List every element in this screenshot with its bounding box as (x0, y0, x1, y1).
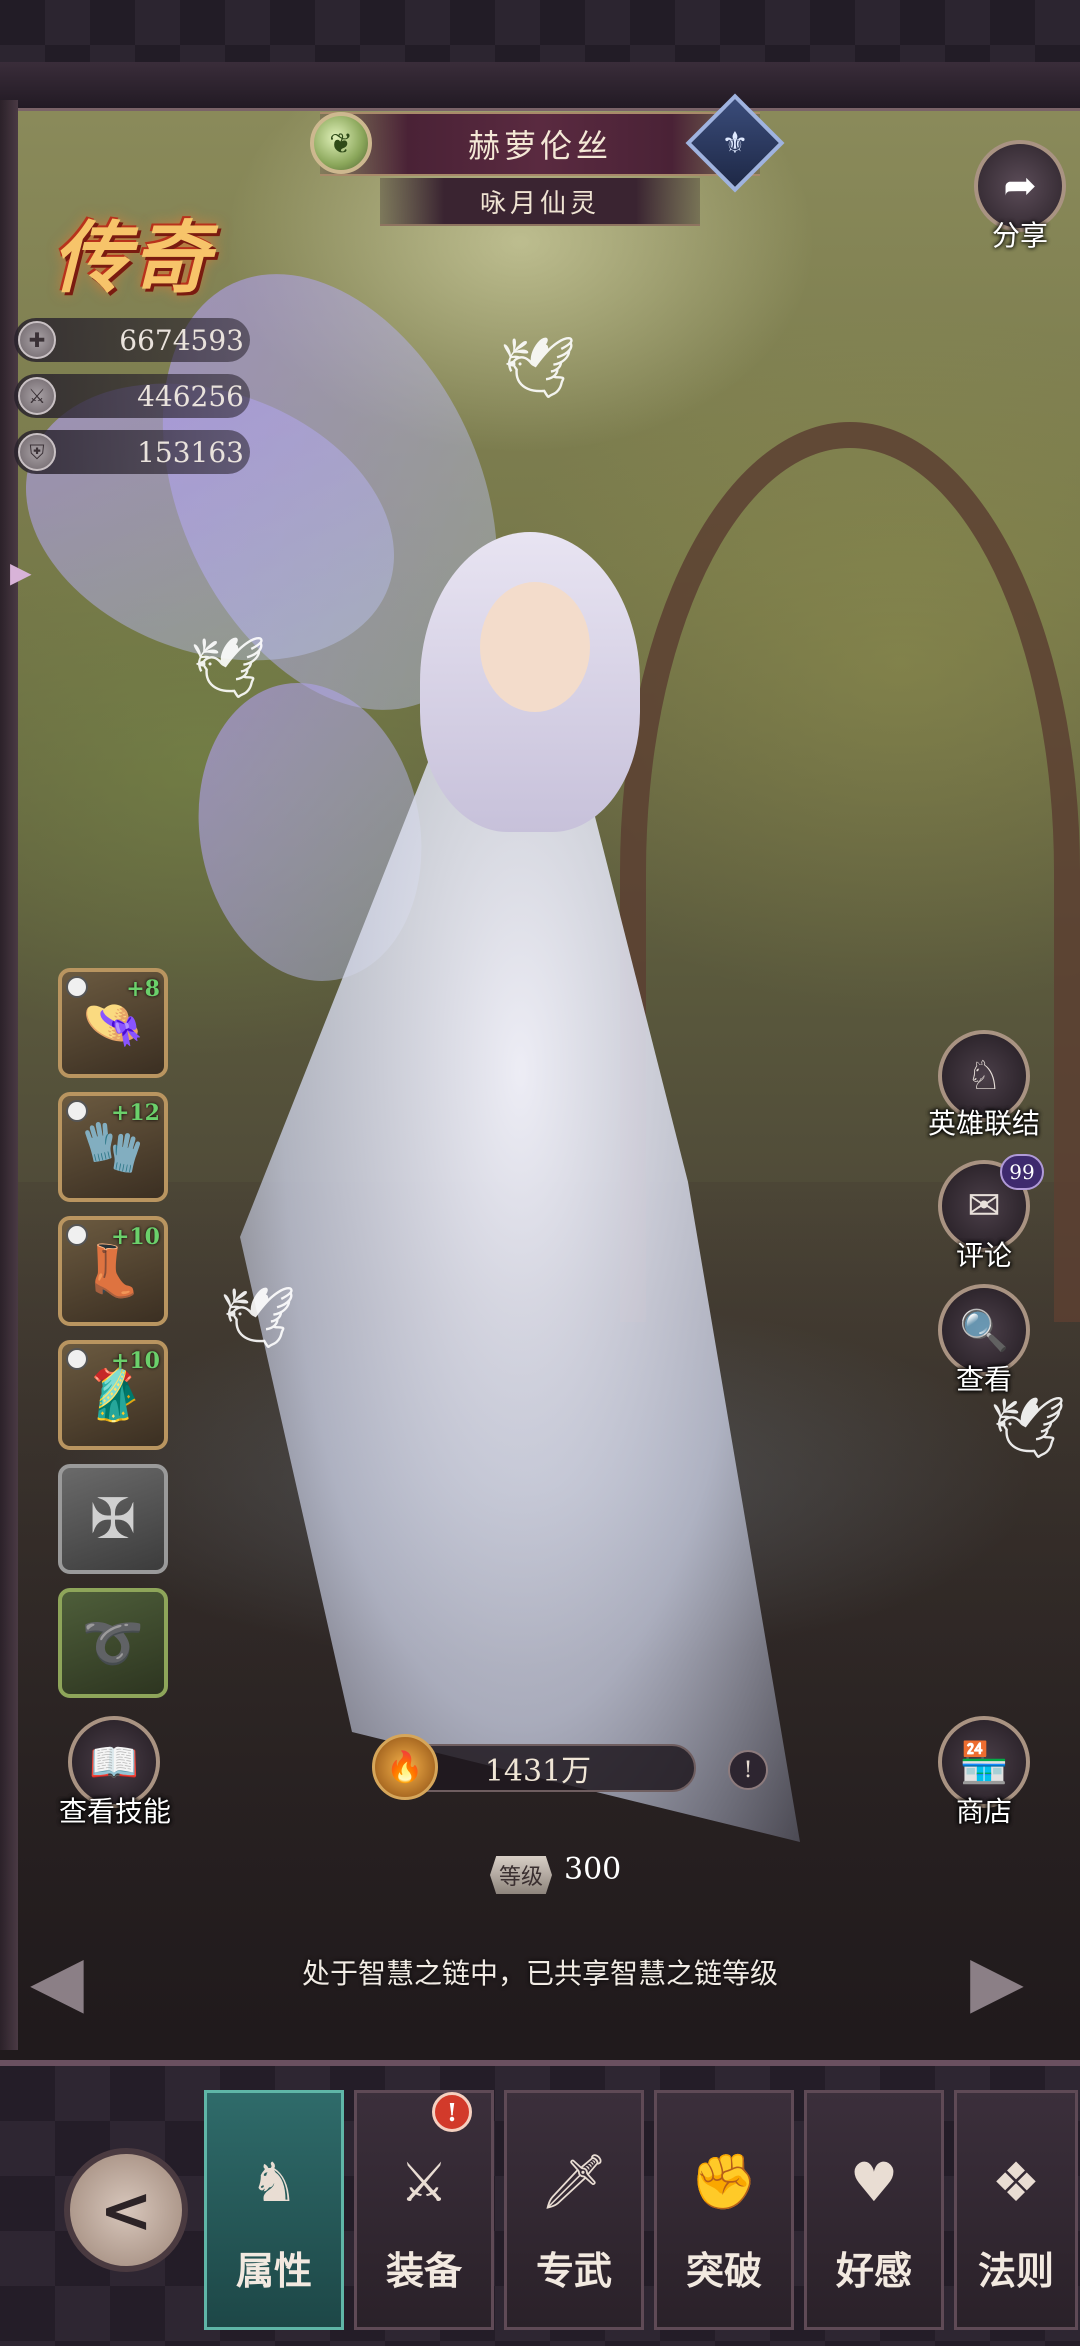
stat-hp: ✚ 6674593 (14, 318, 250, 362)
top-frame (0, 62, 1080, 111)
view-skills-label: 查看技能 (58, 1795, 171, 1828)
hero-link-label: 英雄联结 (927, 1107, 1040, 1140)
enhance-level: +12 (110, 1100, 160, 1126)
stat-attack: ⚔ 446256 (14, 374, 250, 418)
attack-icon: ⚔ (18, 377, 56, 415)
weapon-icon: 🗡 (539, 2150, 609, 2213)
hero-face-art (480, 582, 590, 712)
enhance-level: +10 (110, 1348, 160, 1374)
power-info-button[interactable]: ! (728, 1750, 768, 1790)
hp-icon: ✚ (18, 321, 56, 359)
tab-label: 好感 (835, 2248, 912, 2293)
equipment-slot-boots[interactable]: 👢 +10 (58, 1216, 168, 1326)
boots-icon: 👢 (81, 1241, 145, 1300)
rarity-label: 传奇 (52, 213, 213, 304)
equipment-slot-armor[interactable]: 🥻 +10 (58, 1340, 168, 1450)
tab-affection[interactable]: ♥ 好感 (804, 2090, 944, 2330)
next-hero-arrow-icon[interactable]: ▶ (970, 1940, 1024, 2022)
tab-label: 突破 (685, 2248, 762, 2293)
gem-icon (66, 976, 88, 998)
comment-icon: ✉ (967, 1183, 1001, 1229)
stat-value: 153163 (137, 435, 244, 469)
comment-count-badge: 99 (1000, 1154, 1044, 1190)
gem-icon (66, 1348, 88, 1370)
share-icon: ➦ (1003, 163, 1037, 209)
equipment-slot-gloves[interactable]: 🧤 +12 (58, 1092, 168, 1202)
tab-label: 法则 (977, 2248, 1054, 2293)
previous-hero-arrow-icon[interactable]: ◀ (30, 1940, 84, 2022)
status-bar (0, 0, 1080, 62)
helmet-icon: 👒 (81, 993, 145, 1052)
tab-equipment[interactable]: ⚔ 装备 (354, 2090, 494, 2330)
dove-icon: 🕊 (190, 633, 267, 703)
shop-label: 商店 (955, 1795, 1012, 1828)
power-icon: 🔥 (372, 1734, 438, 1800)
stat-value: 446256 (137, 379, 244, 413)
equipment-slot-helmet[interactable]: 👒 +8 (58, 968, 168, 1078)
necklace-icon: ➰ (81, 1613, 145, 1672)
fist-icon: ✊ (690, 2150, 758, 2213)
comment-label: 评论 (955, 1239, 1012, 1272)
link-icon: ♘ (966, 1053, 1002, 1099)
back-arrow-icon: < (99, 2172, 153, 2248)
cross-icon: ✠ (89, 1486, 137, 1552)
expand-arrow-icon[interactable]: ▶ (10, 556, 32, 589)
gem-icon (66, 1224, 88, 1246)
shop-icon: 🏪 (959, 1739, 1009, 1786)
hero-title: 咏月仙灵 (479, 188, 600, 219)
equipment-slot-accessory[interactable]: ➰ (58, 1588, 168, 1698)
gloves-icon: 🧤 (81, 1117, 145, 1176)
tab-label: 装备 (385, 2248, 462, 2293)
dove-icon: 🕊 (220, 1283, 297, 1353)
level-value: 300 (564, 1852, 622, 1887)
tab-label: 专武 (535, 2248, 612, 2293)
hero-title-banner: 咏月仙灵 (380, 178, 700, 226)
enhance-level: +8 (126, 976, 160, 1002)
tab-attributes[interactable]: ♞ 属性 (204, 2090, 344, 2330)
dove-icon: 🕊 (990, 1393, 1067, 1463)
heart-icon: ♥ (849, 2151, 899, 2214)
nature-element-icon: ❦ (310, 112, 372, 174)
armor-icon: 🥻 (81, 1365, 145, 1424)
magnifier-icon: 🔍 (959, 1307, 1009, 1354)
view-label: 查看 (955, 1363, 1012, 1396)
gem-icon (66, 1100, 88, 1122)
hero-name: 赫萝伦丝 (467, 127, 612, 165)
equipment-slot-empty[interactable]: ✠ (58, 1464, 168, 1574)
tab-exclusive-weapon[interactable]: 🗡 专武 (504, 2090, 644, 2330)
back-button[interactable]: < (64, 2148, 188, 2272)
tab-law[interactable]: ❖ 法则 (954, 2090, 1078, 2330)
rune-icon: ❖ (991, 2151, 1041, 2214)
skill-book-icon: 📖 (89, 1739, 139, 1786)
stat-defense: ⛨ 153163 (14, 430, 250, 474)
tab-breakthrough[interactable]: ✊ 突破 (654, 2090, 794, 2330)
sword-icon: ⚔ (399, 2151, 449, 2214)
level-badge: 等级 (490, 1856, 552, 1894)
power-value: 1431万 (484, 1754, 592, 1789)
defense-icon: ⛨ (18, 433, 56, 471)
dove-icon: 🕊 (500, 333, 577, 403)
tab-label: 属性 (235, 2248, 312, 2293)
equipment-alert-badge: ! (432, 2092, 472, 2132)
chain-message: 处于智慧之链中，已共享智慧之链等级 (301, 1957, 778, 1990)
share-label: 分享 (991, 219, 1048, 252)
enhance-level: +10 (110, 1224, 160, 1250)
hero-silhouette-icon: ♞ (249, 2151, 299, 2214)
stat-value: 6674593 (119, 323, 244, 357)
